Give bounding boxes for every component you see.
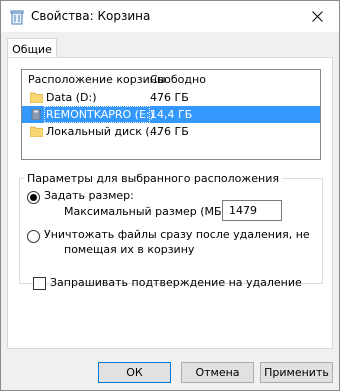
column-header-location[interactable]: Расположение корзины	[28, 73, 166, 86]
delete-immediately-label-line2[interactable]: помещая их в корзину	[64, 243, 194, 256]
custom-size-radio[interactable]	[27, 191, 40, 204]
apply-button-label: Применить	[264, 366, 329, 379]
max-size-input[interactable]: 1479	[222, 200, 282, 221]
recycle-bin-icon	[10, 10, 24, 25]
apply-button[interactable]: Применить	[260, 362, 333, 383]
list-item-name: Data (D:)	[46, 91, 97, 104]
list-item-free: 476 ГБ	[150, 91, 189, 104]
title-bar: Свойства: Корзина	[1, 1, 339, 32]
list-item-free: 476 ГБ	[150, 125, 189, 138]
list-header: Расположение корзины Свободно	[22, 70, 320, 87]
drive-icon	[31, 109, 41, 120]
tab-panel-general: Расположение корзины Свободно Data (D:) …	[7, 57, 333, 349]
max-size-label: Максимальный размер (МБ):	[64, 205, 230, 218]
list-item-free: 14,4 ГБ	[150, 108, 193, 121]
column-header-free[interactable]: Свободно	[150, 73, 206, 86]
tab-strip: Общие	[1, 32, 339, 60]
custom-size-label[interactable]: Задать размер:	[44, 189, 134, 202]
delete-immediately-radio[interactable]	[27, 230, 40, 243]
list-item[interactable]: Data (D:) 476 ГБ	[22, 89, 320, 106]
list-item-name: REMONTKAPRO (E:)	[46, 108, 154, 121]
list-item[interactable]: Локальный диск (... 476 ГБ	[22, 123, 320, 140]
folder-icon	[30, 126, 43, 137]
close-icon	[311, 11, 323, 22]
cancel-button[interactable]: Отмена	[181, 362, 254, 383]
close-button[interactable]	[295, 1, 339, 32]
confirm-delete-checkbox[interactable]	[33, 277, 46, 290]
window-title: Свойства: Корзина	[31, 9, 151, 23]
recycle-bin-locations-list[interactable]: Расположение корзины Свободно Data (D:) …	[21, 69, 321, 160]
cancel-button-label: Отмена	[195, 366, 240, 379]
folder-icon	[30, 92, 43, 103]
list-item-name: Локальный диск (...	[46, 125, 161, 138]
ok-button-label: ОК	[126, 366, 143, 379]
delete-immediately-label[interactable]: Уничтожать файлы сразу после удаления, н…	[44, 228, 310, 241]
ok-button[interactable]: ОК	[98, 362, 171, 383]
confirm-delete-label[interactable]: Запрашивать подтверждение на удаление	[50, 276, 302, 289]
tab-general-label: Общие	[12, 43, 52, 56]
list-item-selected[interactable]: REMONTKAPRO (E:) 14,4 ГБ	[22, 106, 320, 123]
group-title: Параметры для выбранного расположения	[24, 172, 283, 185]
max-size-value: 1479	[229, 204, 257, 217]
recycle-bin-properties-window: Свойства: Корзина Общие Расположение кор…	[0, 0, 340, 391]
